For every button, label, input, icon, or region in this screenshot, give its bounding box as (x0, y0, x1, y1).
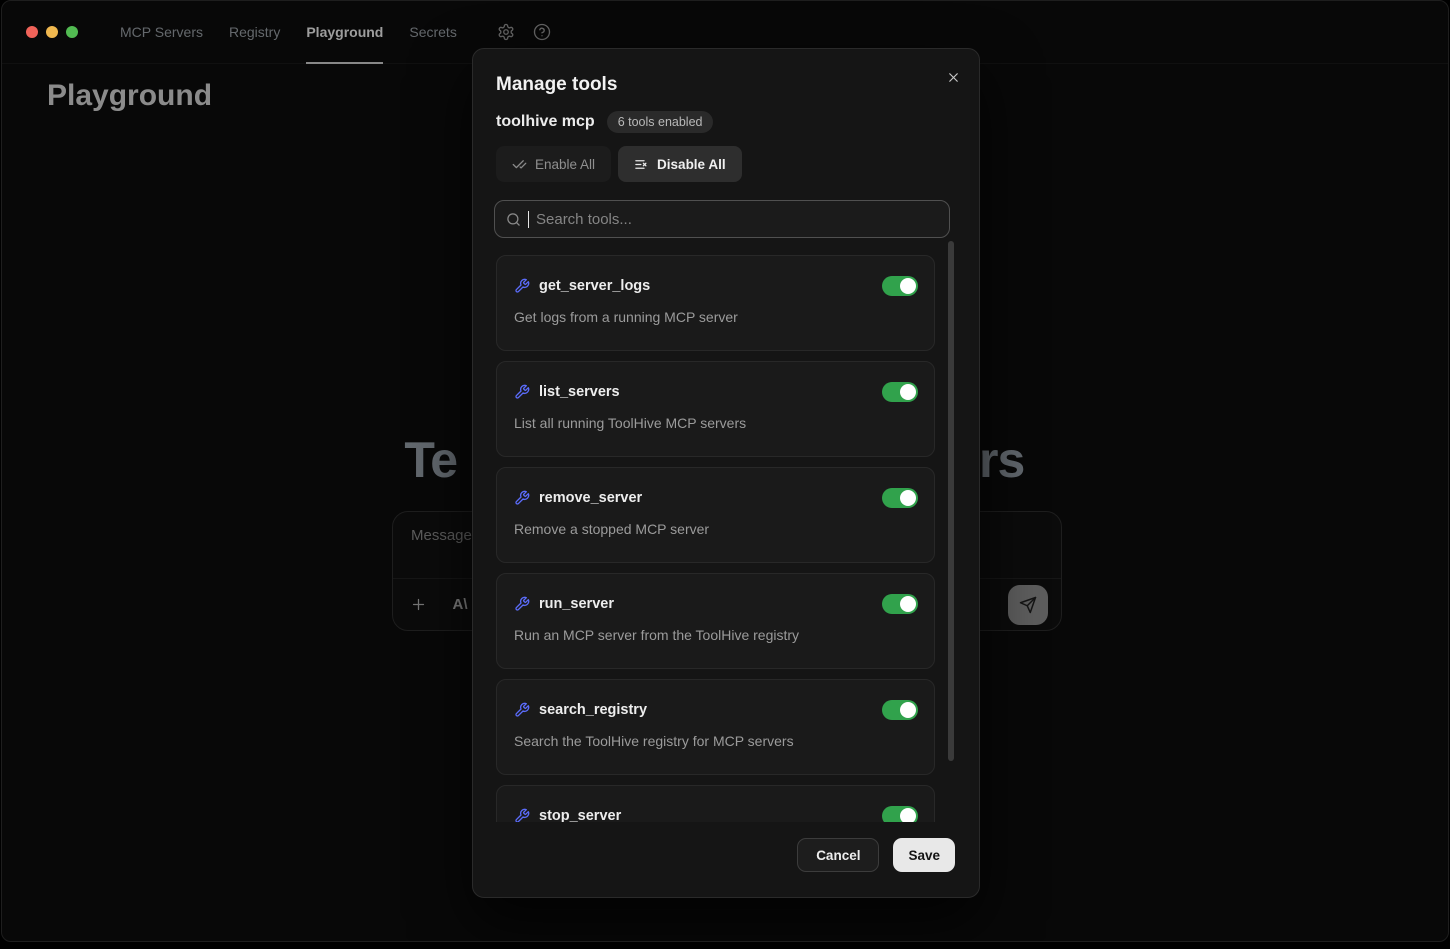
wrench-icon (514, 808, 530, 822)
tool-card: stop_server (496, 785, 935, 822)
tool-name: run_server (539, 596, 614, 612)
traffic-lights (26, 26, 78, 38)
tool-description: Search the ToolHive registry for MCP ser… (514, 733, 918, 749)
wrench-icon (514, 596, 530, 612)
dialog-title: Manage tools (496, 74, 956, 96)
text-caret (528, 211, 529, 228)
tool-toggle[interactable] (882, 382, 918, 402)
save-button[interactable]: Save (893, 838, 955, 872)
tool-toggle[interactable] (882, 700, 918, 720)
tool-name: remove_server (539, 490, 642, 506)
double-check-icon (512, 157, 527, 172)
dialog-close-button[interactable] (941, 65, 965, 89)
app-window: MCP ServersRegistryPlaygroundSecrets Pla… (1, 0, 1449, 942)
server-row: toolhive mcp 6 tools enabled (496, 111, 956, 133)
wrench-icon (514, 702, 530, 718)
tool-description: Get logs from a running MCP server (514, 309, 918, 325)
tool-card: get_server_logs Get logs from a running … (496, 255, 935, 351)
wrench-icon (514, 490, 530, 506)
tool-description: Run an MCP server from the ToolHive regi… (514, 627, 918, 643)
tool-name: stop_server (539, 808, 621, 822)
disable-all-button[interactable]: Disable All (618, 146, 742, 182)
tool-card: search_registry Search the ToolHive regi… (496, 679, 935, 775)
tool-description: List all running ToolHive MCP servers (514, 415, 918, 431)
tool-toggle[interactable] (882, 806, 918, 822)
cancel-button[interactable]: Cancel (797, 838, 879, 872)
close-icon (946, 70, 961, 85)
zoom-window-button[interactable] (66, 26, 78, 38)
tool-name: list_servers (539, 384, 620, 400)
list-x-icon (634, 157, 649, 172)
dialog-footer: Cancel Save (797, 838, 955, 872)
search-input[interactable] (536, 211, 938, 228)
wrench-icon (514, 384, 530, 400)
tools-enabled-badge: 6 tools enabled (607, 111, 714, 133)
scrollbar-thumb[interactable] (948, 241, 954, 761)
tool-description: Remove a stopped MCP server (514, 521, 918, 537)
close-window-button[interactable] (26, 26, 38, 38)
tool-toggle[interactable] (882, 276, 918, 296)
tool-card: list_servers List all running ToolHive M… (496, 361, 935, 457)
tool-toggle[interactable] (882, 594, 918, 614)
enable-all-button[interactable]: Enable All (496, 146, 611, 182)
tool-name: get_server_logs (539, 278, 650, 294)
tool-card: run_server Run an MCP server from the To… (496, 573, 935, 669)
bulk-actions: Enable All Disable All (496, 146, 956, 182)
manage-tools-dialog: Manage tools toolhive mcp 6 tools enable… (472, 48, 980, 898)
tool-list: get_server_logs Get logs from a running … (473, 255, 979, 822)
server-name: toolhive mcp (496, 113, 595, 131)
wrench-icon (514, 278, 530, 294)
tool-card: remove_server Remove a stopped MCP serve… (496, 467, 935, 563)
tool-toggle[interactable] (882, 488, 918, 508)
tool-search (494, 200, 950, 238)
minimize-window-button[interactable] (46, 26, 58, 38)
tool-name: search_registry (539, 702, 647, 718)
search-icon (506, 212, 521, 227)
